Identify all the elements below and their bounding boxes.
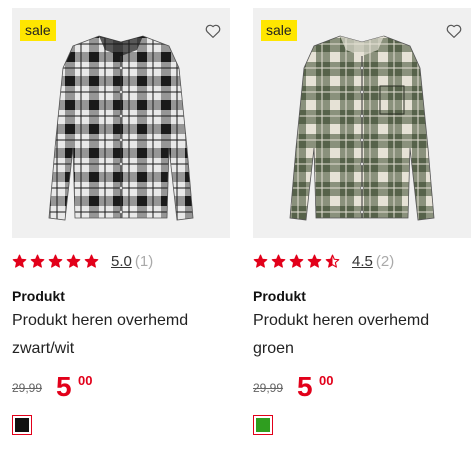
old-price: 29,99 [12,381,43,395]
sale-badge: sale [20,20,56,41]
star-icon [66,254,81,268]
heart-outline-icon[interactable] [204,22,222,40]
price: 29,99 5 00 [253,373,453,403]
sale-price-cents: 00 [78,373,93,388]
review-count: (1) [134,252,154,270]
star-icon [307,254,322,268]
star-rating [253,254,343,269]
star-icon [253,254,268,268]
product-card[interactable]: sale 5.0 (1) Produkt Produkt heren overh… [12,8,230,435]
sale-badge: sale [261,20,297,41]
price: 29,99 5 00 [12,373,212,403]
product-card[interactable]: sale 4.5 (2) Produkt Produkt heren overh… [253,8,471,435]
product-title[interactable]: Produkt heren overhemd zwart/wit [12,307,227,363]
old-price: 29,99 [253,381,284,395]
rating-score-link[interactable]: 4.5 [352,253,373,270]
rating: 4.5 (2) [253,251,394,271]
star-rating [12,254,102,269]
rating: 5.0 (1) [12,251,153,271]
star-icon [84,254,99,268]
swatch-fill [256,418,270,432]
star-icon [48,254,63,268]
sale-price-euros: 5 [56,371,72,402]
product-brand: Produkt [253,288,306,304]
sale-price-cents: 00 [319,373,334,388]
review-count: (2) [375,252,395,270]
star-icon [12,254,27,268]
product-brand: Produkt [12,288,65,304]
sale-price-euros: 5 [297,371,313,402]
star-icon [30,254,45,268]
color-swatch[interactable] [12,415,32,435]
star-icon [271,254,286,268]
product-image[interactable]: sale [12,8,230,238]
star-icon [289,254,304,268]
color-swatch[interactable] [253,415,273,435]
shirt-image [48,35,194,221]
swatch-fill [15,418,29,432]
star-icon [325,254,340,268]
shirt-image [289,35,435,221]
product-image[interactable]: sale [253,8,471,238]
heart-outline-icon[interactable] [445,22,463,40]
product-title[interactable]: Produkt heren overhemd groen [253,307,468,363]
rating-score-link[interactable]: 5.0 [111,253,132,270]
